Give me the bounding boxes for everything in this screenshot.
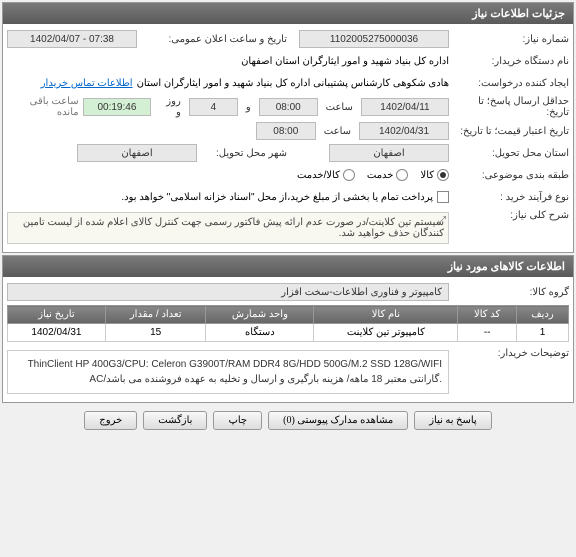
province-label: استان محل تحویل: — [449, 148, 569, 159]
td-date: 1402/04/31 — [8, 324, 106, 342]
summary-label: شرح کلی نیاز: — [449, 210, 569, 221]
days-value: 4 — [189, 98, 238, 116]
table-row: 1 -- کامپیوتر تین کلاینت دستگاه 15 1402/… — [8, 324, 569, 342]
purchase-type-label: نوع فرآیند خرید : — [449, 192, 569, 203]
purchase-type-checkbox[interactable] — [437, 191, 449, 203]
exit-button[interactable]: خروج — [84, 411, 137, 430]
buyer-desc-label: توضیحات خریدار: — [449, 348, 569, 359]
topic-service-radio[interactable] — [396, 169, 408, 181]
city-value: اصفهان — [77, 144, 197, 162]
announce-datetime-label: تاریخ و ساعت اعلان عمومی: — [137, 34, 287, 45]
topic-label: طبقه بندی موضوعی: — [449, 170, 569, 181]
summary-text: سیستم تین کلاینت/در صورت عدم ارائه پیش ف… — [23, 217, 444, 239]
panel-header-goods: اطلاعات کالاهای مورد نیاز — [3, 256, 573, 277]
back-button[interactable]: بازگشت — [143, 411, 207, 430]
hour-label-1: ساعت — [322, 102, 357, 113]
panel-header-details: جزئیات اطلاعات نیاز — [3, 3, 573, 24]
response-deadline-date: 1402/04/11 — [361, 98, 449, 116]
th-date: تاریخ نیاز — [8, 306, 106, 324]
buyer-contact-link[interactable]: اطلاعات تماس خریدار — [41, 78, 133, 89]
remaining-label: ساعت باقی مانده — [7, 96, 79, 118]
province-value: اصفهان — [329, 144, 449, 162]
topic-goods-service-label: کالا/خدمت — [297, 170, 340, 181]
days-label: روز و — [155, 96, 185, 118]
request-creator-value: هادی شکوهی کارشناس پشتیبانی اداره کل بنی… — [137, 78, 449, 89]
goods-group-value: کامپیوتر و فناوری اطلاعات-سخت افزار — [7, 283, 449, 301]
th-unit: واحد شمارش — [206, 306, 314, 324]
announce-datetime-value: 1402/04/07 - 07:38 — [7, 30, 137, 48]
td-name: کامپیوتر تین کلاینت — [314, 324, 458, 342]
button-bar: پاسخ به نیاز مشاهده مدارک پیوستی (0) چاپ… — [0, 405, 576, 436]
hour-label-2: ساعت — [320, 126, 355, 137]
td-unit: دستگاه — [206, 324, 314, 342]
topic-goods-service-radio[interactable] — [343, 169, 355, 181]
remaining-time: 00:19:46 — [83, 98, 152, 116]
price-validity-label: تاریخ اعتبار قیمت؛ تا تاریخ: — [449, 126, 569, 137]
price-validity-date: 1402/04/31 — [359, 122, 449, 140]
need-number-value: 1102005275000036 — [299, 30, 449, 48]
request-creator-label: ایجاد کننده درخواست: — [449, 78, 569, 89]
goods-group-label: گروه کالا: — [449, 287, 569, 298]
goods-table: ردیف کد کالا نام کالا واحد شمارش تعداد /… — [7, 305, 569, 342]
print-button[interactable]: چاپ — [213, 411, 262, 430]
response-deadline-hour: 08:00 — [259, 98, 318, 116]
response-deadline-label: حداقل ارسال پاسخ؛ تا تاریخ: — [449, 96, 569, 118]
city-label: شهر محل تحویل: — [197, 148, 287, 159]
view-docs-button[interactable]: مشاهده مدارک پیوستی (0) — [268, 411, 408, 430]
need-number-label: شماره نیاز: — [449, 34, 569, 45]
purchase-type-text: پرداخت تمام یا بخشی از مبلغ خرید،از محل … — [121, 192, 433, 203]
buyer-name-label: نام دستگاه خریدار: — [449, 56, 569, 67]
and-label: و — [242, 102, 255, 113]
td-qty: 15 — [105, 324, 206, 342]
th-row: ردیف — [516, 306, 568, 324]
buyer-name-value: اداره کل بنیاد شهید و امور ایثارگران است… — [241, 56, 449, 67]
th-code: کد کالا — [458, 306, 517, 324]
th-qty: تعداد / مقدار — [105, 306, 206, 324]
topic-goods-radio[interactable] — [437, 169, 449, 181]
th-name: نام کالا — [314, 306, 458, 324]
topic-goods-label: کالا — [420, 170, 434, 181]
topic-service-label: خدمت — [367, 170, 394, 181]
td-code: -- — [458, 324, 517, 342]
expand-icon[interactable]: ⤢ — [438, 215, 446, 226]
td-row: 1 — [516, 324, 568, 342]
buyer-desc-text: ThinClient HP 400G3/CPU: Celeron G3900T/… — [7, 350, 449, 394]
price-validity-hour: 08:00 — [256, 122, 316, 140]
respond-button[interactable]: پاسخ به نیاز — [414, 411, 492, 430]
